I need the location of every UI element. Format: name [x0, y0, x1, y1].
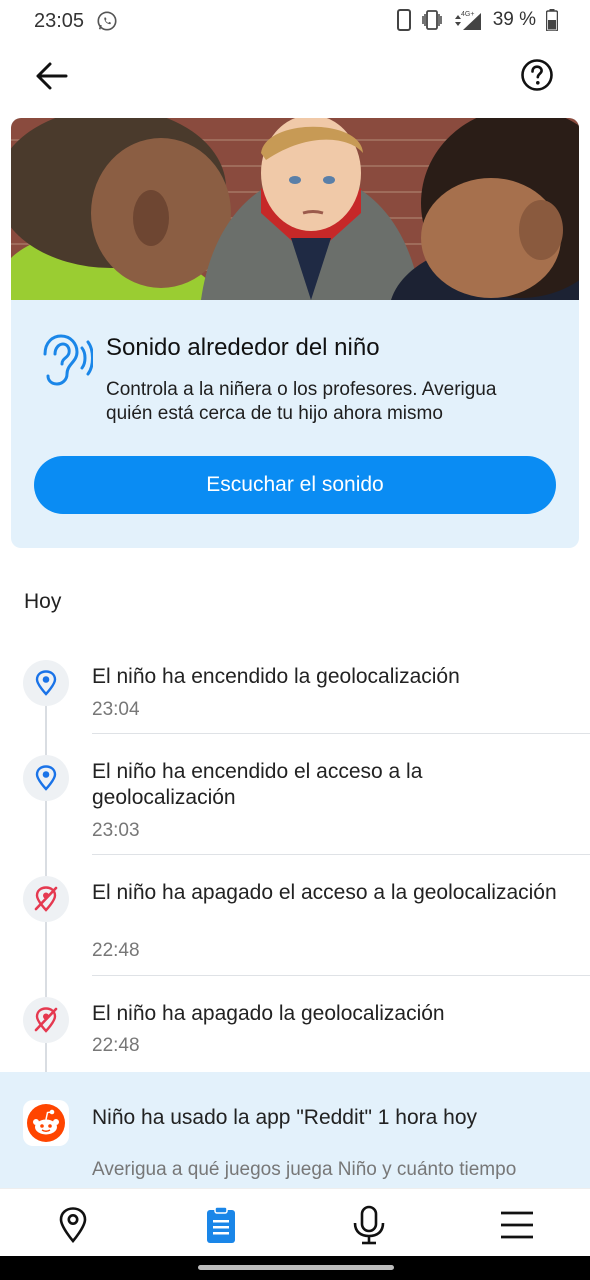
location-off-icon [23, 997, 69, 1043]
clipboard-icon [207, 1206, 235, 1243]
nav-events[interactable] [199, 1203, 243, 1247]
location-pin-icon [23, 660, 69, 706]
event-time: 23:04 [92, 699, 140, 720]
signal-4g-icon: 4G+ [454, 11, 481, 30]
status-bar: 23:05 4G+ 39 % [0, 0, 590, 44]
divider [92, 975, 590, 976]
svg-text:4G+: 4G+ [461, 11, 474, 18]
location-off-icon [23, 876, 69, 922]
arrow-left-icon [36, 62, 68, 90]
event-title: El niño ha encendido la geolocalización [92, 665, 460, 688]
help-button[interactable] [520, 58, 554, 92]
event-time: 22:48 [92, 1035, 140, 1056]
hero-image [11, 118, 579, 300]
phone-status-icon [396, 9, 411, 31]
battery-percent: 39 % [492, 9, 536, 30]
app-usage-title: Niño ha usado la app "Reddit" 1 hora hoy [92, 1106, 478, 1129]
app-bar [0, 44, 590, 108]
card-description: Controla a la niñera o los profesores. A… [106, 379, 497, 424]
divider [92, 854, 590, 855]
event-title: El niño ha apagado la geolocalización [92, 1002, 445, 1025]
system-navigation-bar [0, 1256, 590, 1280]
app-usage-item[interactable]: Niño ha usado la app "Reddit" 1 hora hoy… [0, 1072, 590, 1188]
whatsapp-icon [97, 11, 117, 31]
battery-icon [546, 9, 558, 31]
bottom-navigation [0, 1188, 590, 1256]
sound-around-child-card: Sonido alrededor del niño Controla a la … [11, 118, 579, 548]
nav-menu[interactable] [495, 1203, 539, 1247]
microphone-icon [353, 1205, 385, 1245]
question-circle-icon [521, 59, 553, 91]
hamburger-menu-icon [501, 1211, 533, 1239]
reddit-icon [23, 1100, 69, 1146]
vibrate-icon [421, 10, 442, 30]
nav-map[interactable] [51, 1203, 95, 1247]
nav-sound[interactable] [347, 1203, 391, 1247]
ear-sound-icon [43, 334, 93, 386]
event-time: 22:48 [92, 940, 140, 961]
home-gesture-pill[interactable] [198, 1265, 394, 1270]
card-title: Sonido alrededor del niño [106, 334, 380, 361]
back-button[interactable] [30, 58, 70, 94]
divider [92, 733, 590, 734]
day-label: Hoy [24, 590, 62, 613]
event-time: 23:03 [92, 820, 140, 841]
event-title: El niño ha apagado el acceso a la geoloc… [92, 881, 557, 904]
location-pin-icon [59, 1207, 87, 1243]
listen-sound-button[interactable]: Escuchar el sonido [34, 456, 556, 514]
event-title: El niño ha encendido el acceso a la geol… [92, 760, 423, 809]
status-time: 23:05 [34, 10, 85, 32]
app-usage-description: Averigua a qué juegos juega Niño y cuánt… [92, 1159, 517, 1180]
location-pin-icon [23, 755, 69, 801]
